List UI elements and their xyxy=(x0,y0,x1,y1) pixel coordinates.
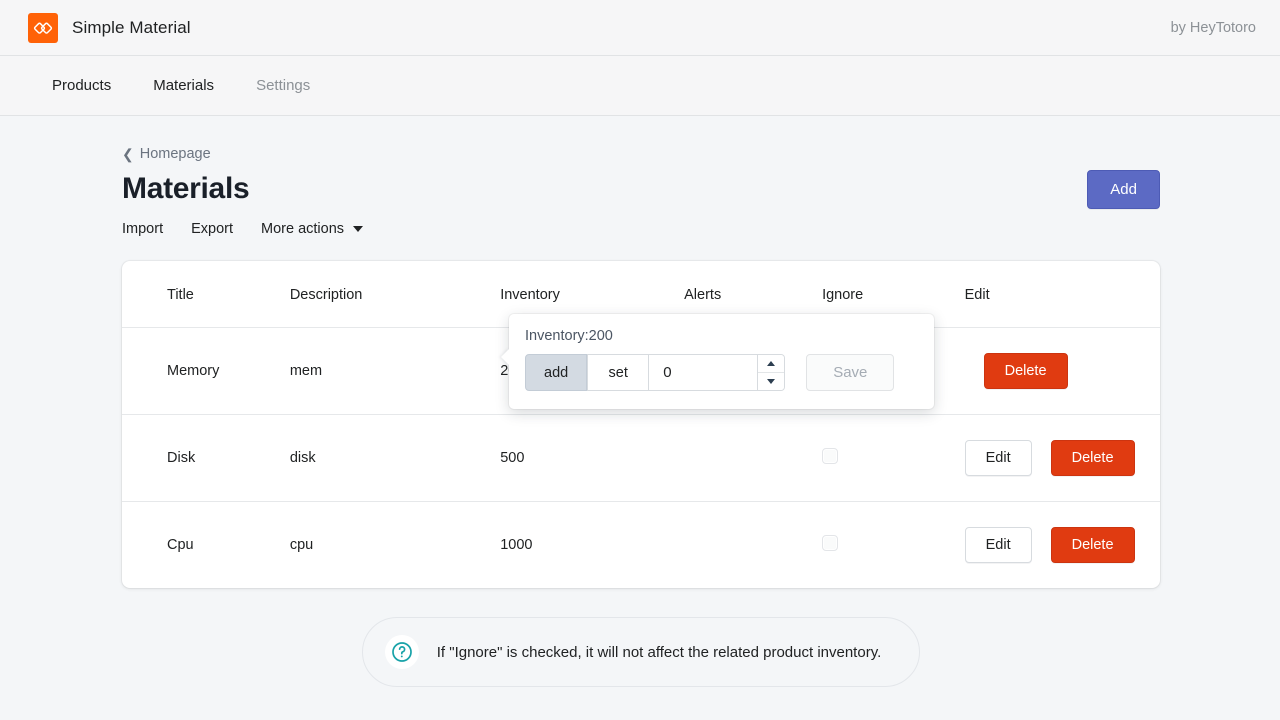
popover-controls: add set Save xyxy=(525,354,916,391)
mode-set-button[interactable]: set xyxy=(587,354,650,391)
ignore-checkbox[interactable] xyxy=(822,535,839,551)
breadcrumb-label: Homepage xyxy=(139,146,211,162)
nav-item-products[interactable]: Products xyxy=(52,78,111,93)
cell-title: Disk xyxy=(122,414,290,502)
breadcrumb[interactable]: ❮ Homepage xyxy=(122,146,1160,162)
cell-inventory: 500 xyxy=(500,414,685,502)
caret-down-icon xyxy=(353,226,364,232)
top-bar: Simple Material by HeyTotoro xyxy=(0,0,1280,56)
cell-title: Memory xyxy=(122,327,290,415)
amount-stepper xyxy=(757,355,785,390)
edit-button[interactable]: Edit xyxy=(964,440,1032,476)
save-button[interactable]: Save xyxy=(806,354,895,391)
column-header-title: Title xyxy=(122,261,290,328)
question-circle-icon xyxy=(384,635,419,669)
cell-description: mem xyxy=(289,327,501,415)
chevron-left-icon: ❮ xyxy=(122,146,134,162)
banner-wrap: If "Ignore" is checked, it will not affe… xyxy=(122,617,1160,687)
import-link[interactable]: Import xyxy=(122,221,163,237)
amount-input[interactable] xyxy=(649,355,758,390)
cell-ignore xyxy=(822,502,965,589)
table-row: Cpu cpu 1000 Edit Delete xyxy=(122,502,1160,589)
triangle-down-icon[interactable] xyxy=(758,373,785,390)
ignore-checkbox[interactable] xyxy=(822,448,839,464)
author-credit: by HeyTotoro xyxy=(1170,19,1256,36)
brand[interactable]: Simple Material xyxy=(28,12,191,43)
cell-title: Cpu xyxy=(167,537,194,553)
delete-button[interactable]: Delete xyxy=(983,353,1068,389)
mode-add-button[interactable]: add xyxy=(525,354,588,391)
popover-inventory-label: Inventory:200 xyxy=(525,328,613,344)
page-title: Materials xyxy=(122,172,250,205)
table-row: Disk disk 500 Edit Delete xyxy=(122,414,1160,502)
cell-alerts xyxy=(684,414,823,502)
edit-button[interactable]: Edit xyxy=(964,527,1032,563)
amount-field-wrapper xyxy=(649,354,786,391)
link-diamond-logo-icon xyxy=(28,12,58,43)
inventory-adjust-popover: Inventory:200 add set Save xyxy=(509,314,934,409)
mode-segmented-control: add set xyxy=(525,354,650,391)
cell-actions: Edit Delete xyxy=(964,414,1160,502)
export-link[interactable]: Export xyxy=(191,221,233,237)
delete-button[interactable]: Delete xyxy=(1050,440,1135,476)
main-nav: Products Materials Settings xyxy=(0,56,1280,116)
add-button[interactable]: Add xyxy=(1087,170,1160,209)
cell-ignore xyxy=(822,414,965,502)
cell-inventory: 1000 xyxy=(500,537,533,553)
page-body: ❮ Homepage Materials Add Import Export M… xyxy=(0,116,1280,687)
materials-table: Title Description Inventory Alerts Ignor… xyxy=(122,261,1160,588)
delete-button[interactable]: Delete xyxy=(1050,527,1135,563)
more-actions-dropdown[interactable]: More actions xyxy=(261,221,364,237)
cell-alerts xyxy=(684,502,822,589)
more-actions-label: More actions xyxy=(261,221,345,237)
column-header-edit: Edit xyxy=(964,261,1160,328)
cell-description: cpu xyxy=(289,537,314,553)
nav-item-materials[interactable]: Materials xyxy=(153,78,214,93)
nav-item-settings[interactable]: Settings xyxy=(256,78,310,93)
info-banner: If "Ignore" is checked, it will not affe… xyxy=(361,617,921,687)
banner-text: If "Ignore" is checked, it will not affe… xyxy=(436,643,882,661)
triangle-up-icon[interactable] xyxy=(758,355,785,373)
brand-title: Simple Material xyxy=(72,17,191,37)
cell-actions: Edit Delete xyxy=(964,502,1160,589)
cell-description: disk xyxy=(289,414,501,502)
materials-card: Title Description Inventory Alerts Ignor… xyxy=(122,261,1160,588)
actions-row: Import Export More actions xyxy=(122,221,1160,237)
cell-actions: Delete xyxy=(964,327,1160,415)
title-row: Materials Add xyxy=(122,170,1160,209)
column-header-description: Description xyxy=(289,261,501,328)
